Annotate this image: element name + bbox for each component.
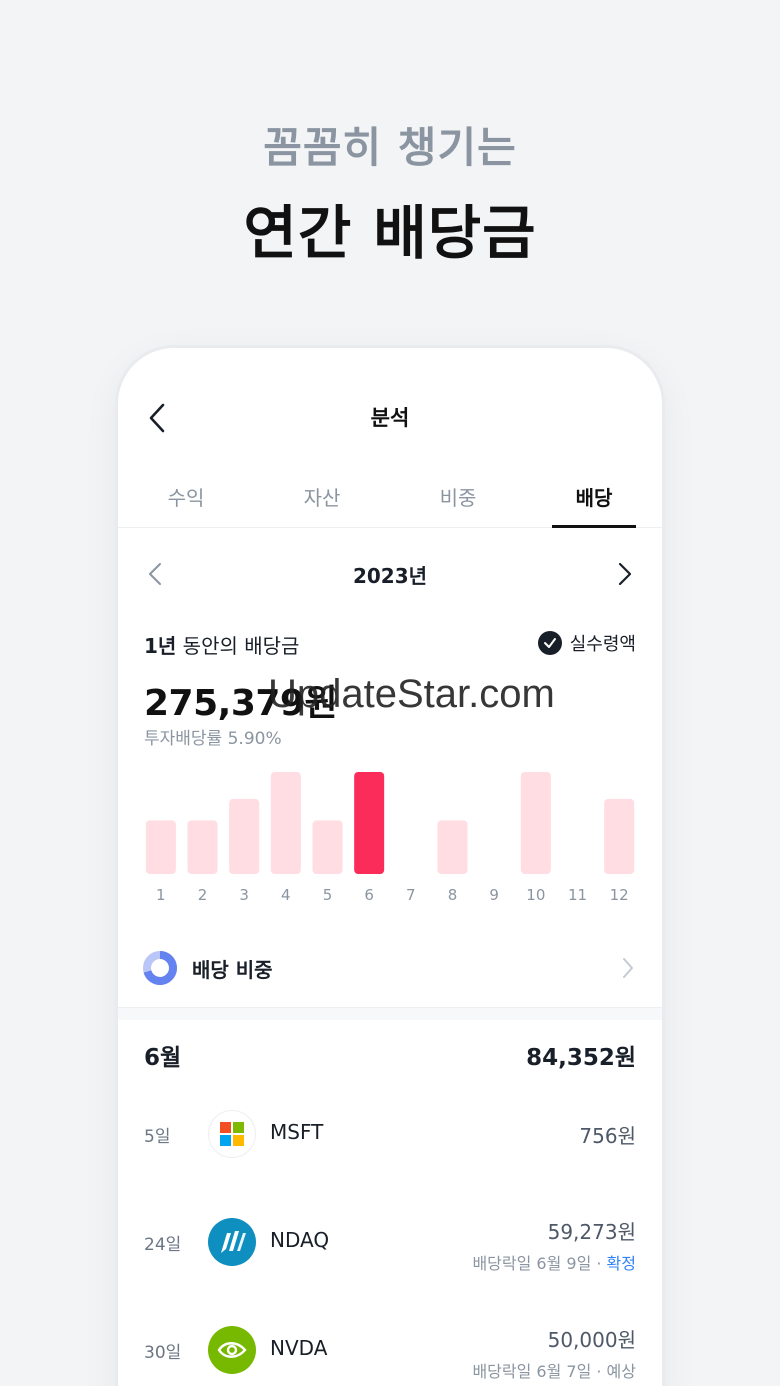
phone-frame: 분석 수익 자산 비중 배당 2023년 1년 동안의 배당금 실수령액 275… xyxy=(118,348,662,1386)
chart-tick-label: 10 xyxy=(526,886,545,904)
monthly-dividend-chart: 1 2 3 4 5 6 7 8 9 10 11 12 xyxy=(145,772,635,904)
ex-dividend-date: 배당락일 6월 9일 · xyxy=(472,1254,607,1273)
ex-dividend-date: 배당락일 6월 7일 · xyxy=(472,1362,607,1381)
dividend-ratio-section: 배당 비중 xyxy=(118,928,662,1008)
chart-tick-label: 4 xyxy=(281,886,291,904)
chart-tick-label: 7 xyxy=(406,886,416,904)
summary-label-text: 동안의 배당금 xyxy=(176,634,300,658)
page-title: 분석 xyxy=(370,406,410,430)
dividend-amount: 59,273원 xyxy=(547,1220,636,1244)
dividend-status: 예상 xyxy=(606,1362,636,1381)
chart-bar-month-1[interactable] xyxy=(145,820,176,874)
chart-bar-month-12[interactable] xyxy=(604,798,635,874)
dividend-ticker: NDAQ xyxy=(270,1228,330,1252)
dividend-day: 24일 xyxy=(144,1235,182,1255)
app-header: 분석 xyxy=(118,348,662,436)
dividend-row[interactable]: 24일 NDAQ 59,273원 배당락일 6월 9일 · 확정 xyxy=(144,1212,636,1274)
chart-tick-label: 6 xyxy=(364,886,374,904)
dividend-ticker: MSFT xyxy=(270,1120,324,1144)
dividend-amount: 50,000원 xyxy=(547,1328,636,1352)
dividend-row[interactable]: 30일 NVDA 50,000원 배당락일 6월 7일 · 예상 xyxy=(144,1320,636,1382)
dividend-meta: 배당락일 6월 7일 · 예상 xyxy=(472,1358,636,1382)
nasdaq-logo-icon xyxy=(208,1218,256,1266)
net-amount-label: 실수령액 xyxy=(569,634,636,655)
summary-label-period: 1년 xyxy=(144,634,177,658)
check-circle-icon xyxy=(537,631,562,655)
month-header: 6월 84,352원 xyxy=(144,1038,636,1072)
dividend-ratio-row[interactable]: 배당 비중 xyxy=(118,928,662,1008)
chart-tick-label: 3 xyxy=(239,886,249,904)
month-total: 84,352원 xyxy=(526,1045,636,1071)
dividend-row[interactable]: 5일 MSFT 756원 xyxy=(144,1104,636,1164)
dividend-day: 5일 xyxy=(144,1127,171,1147)
chart-bar-month-6[interactable] xyxy=(354,772,385,874)
year-label: 2023년 xyxy=(352,564,428,588)
dividend-meta: 배당락일 6월 9일 · 확정 xyxy=(472,1250,636,1274)
chart-bar-month-10[interactable] xyxy=(520,772,551,874)
chart-bar-month-3[interactable] xyxy=(229,798,260,874)
tab-assets[interactable]: 자산 xyxy=(254,466,390,527)
chart-bar-month-4[interactable] xyxy=(270,772,301,874)
year-navigator: 2023년 xyxy=(118,554,662,594)
chart-tick-label: 9 xyxy=(489,886,499,904)
chart-bar-month-2[interactable] xyxy=(187,820,218,874)
next-year-button[interactable] xyxy=(614,558,636,590)
dividend-ratio-label: 배당 비중 xyxy=(192,957,273,982)
chart-tick-label: 8 xyxy=(448,886,458,904)
tab-weight[interactable]: 비중 xyxy=(390,466,526,527)
chart-tick-label: 2 xyxy=(198,886,208,904)
microsoft-logo-icon xyxy=(208,1110,256,1158)
section-divider xyxy=(118,1008,662,1020)
chart-tick-label: 5 xyxy=(323,886,333,904)
watermark: UpdateStar.com xyxy=(268,672,555,716)
chevron-right-icon xyxy=(620,954,636,982)
chart-tick-label: 12 xyxy=(610,886,629,904)
chevron-right-icon xyxy=(618,562,632,586)
dividend-yield: 투자배당률 5.90% xyxy=(144,729,282,749)
net-amount-toggle[interactable]: 실수령액 xyxy=(537,630,636,656)
dividend-amount: 756원 xyxy=(579,1124,636,1148)
nvidia-logo-icon xyxy=(208,1326,256,1374)
dividend-day: 30일 xyxy=(144,1343,182,1363)
promo-title: 연간 배당금 xyxy=(243,199,537,267)
month-title: 6월 xyxy=(144,1045,182,1071)
chart-tick-label: 1 xyxy=(156,886,166,904)
promo-subtitle: 꼼꼼히 챙기는 xyxy=(263,123,517,172)
chart-bar-month-5[interactable] xyxy=(312,820,343,874)
chart-tick-label: 11 xyxy=(568,886,587,904)
dividend-status: 확정 xyxy=(606,1254,636,1273)
dividend-ticker: NVDA xyxy=(270,1336,328,1360)
chart-bar-month-8[interactable] xyxy=(437,820,468,874)
summary-label: 1년 동안의 배당금 xyxy=(144,630,299,659)
donut-chart-icon xyxy=(143,951,178,985)
tab-dividend[interactable]: 배당 xyxy=(526,466,662,528)
tab-profit[interactable]: 수익 xyxy=(118,466,254,527)
tab-bar: 수익 자산 비중 배당 xyxy=(118,466,662,528)
